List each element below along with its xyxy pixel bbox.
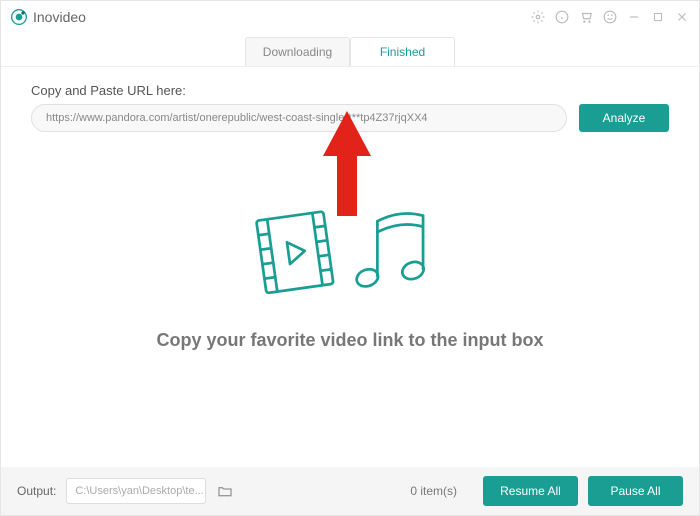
settings-icon[interactable] <box>531 10 545 24</box>
bottombar: Output: C:\Users\yan\Desktop\te... 0 ite… <box>1 467 699 515</box>
url-section: Copy and Paste URL here: Analyze <box>1 67 699 132</box>
center-text: Copy your favorite video link to the inp… <box>156 330 543 351</box>
feedback-icon[interactable] <box>603 10 617 24</box>
close-icon[interactable] <box>675 10 689 24</box>
url-input[interactable] <box>31 104 567 132</box>
resume-all-button[interactable]: Resume All <box>483 476 578 506</box>
tab-downloading[interactable]: Downloading <box>245 37 350 66</box>
output-path-select[interactable]: C:\Users\yan\Desktop\te... <box>66 478 206 504</box>
tab-finished[interactable]: Finished <box>350 37 455 66</box>
analyze-button[interactable]: Analyze <box>579 104 669 132</box>
tab-row: Downloading Finished <box>1 33 699 67</box>
minimize-icon[interactable] <box>627 10 641 24</box>
titlebar: Inovideo <box>1 1 699 33</box>
video-music-illustration-icon <box>245 200 455 310</box>
tab-finished-label: Finished <box>380 45 425 59</box>
output-path-text: C:\Users\yan\Desktop\te... <box>75 485 203 497</box>
url-row: Analyze <box>31 104 669 132</box>
cart-icon[interactable] <box>579 10 593 24</box>
app-name: Inovideo <box>33 9 86 25</box>
app-logo-icon <box>11 9 27 25</box>
open-folder-icon[interactable] <box>216 483 234 499</box>
items-count: 0 item(s) <box>410 484 457 498</box>
app-brand: Inovideo <box>11 9 86 25</box>
url-label: Copy and Paste URL here: <box>31 83 669 98</box>
info-icon[interactable] <box>555 10 569 24</box>
output-label: Output: <box>17 484 56 498</box>
maximize-icon[interactable] <box>651 10 665 24</box>
center-placeholder: Copy your favorite video link to the inp… <box>1 200 699 351</box>
title-icons <box>531 10 689 24</box>
pause-all-button[interactable]: Pause All <box>588 476 683 506</box>
tab-downloading-label: Downloading <box>263 45 332 59</box>
